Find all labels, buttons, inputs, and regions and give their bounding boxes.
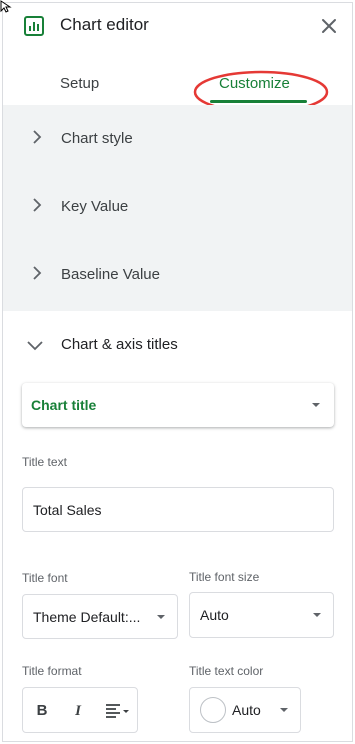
section-label: Chart style — [61, 130, 133, 147]
mouse-cursor-icon — [0, 0, 12, 13]
title-text-color-label: Title text color — [189, 664, 264, 678]
title-text-label: Title text — [22, 455, 67, 469]
section-chart-axis-titles: Chart & axis titles Chart title Title te… — [3, 311, 352, 741]
section-baseline-value[interactable]: Baseline Value — [3, 241, 352, 309]
align-left-icon[interactable] — [103, 700, 131, 722]
chevron-right-icon — [33, 198, 42, 212]
italic-button[interactable]: I — [67, 700, 89, 722]
tab-customize[interactable]: Customize — [219, 75, 290, 92]
section-label: Chart & axis titles — [61, 336, 178, 353]
bold-button[interactable]: B — [31, 700, 53, 722]
collapsed-sections: Chart style Key Value Baseline Value — [3, 105, 352, 311]
chevron-right-icon — [33, 130, 42, 144]
title-text-color-dropdown[interactable]: Auto — [189, 687, 301, 733]
title-text-field[interactable] — [22, 487, 334, 532]
title-font-size-dropdown[interactable]: Auto — [189, 592, 334, 638]
section-header-chart-axis-titles[interactable]: Chart & axis titles — [3, 311, 352, 379]
chevron-right-icon — [33, 266, 42, 280]
close-icon[interactable] — [320, 17, 338, 35]
title-font-value: Theme Default:... — [33, 609, 141, 625]
title-font-size-value: Auto — [200, 607, 229, 623]
title-format-controls: B I — [22, 687, 138, 733]
chart-editor-panel: Chart editor Setup Customize Chart style… — [2, 2, 353, 742]
editor-tabs: Setup Customize — [3, 61, 352, 105]
dropdown-arrow-icon — [312, 403, 320, 407]
section-key-value[interactable]: Key Value — [3, 173, 352, 241]
dropdown-arrow-icon — [280, 708, 288, 712]
color-swatch — [200, 697, 226, 723]
section-label: Key Value — [61, 198, 129, 215]
chart-logo-icon — [24, 16, 44, 36]
editor-title: Chart editor — [60, 15, 149, 34]
tab-setup[interactable]: Setup — [60, 75, 99, 92]
section-chart-style[interactable]: Chart style — [3, 105, 352, 173]
title-font-label: Title font — [22, 571, 68, 585]
editor-header: Chart editor — [3, 3, 352, 53]
section-label: Baseline Value — [61, 266, 160, 283]
dropdown-arrow-icon — [157, 615, 165, 619]
chevron-down-icon — [27, 341, 43, 351]
title-type-select[interactable]: Chart title — [22, 383, 334, 427]
title-text-input[interactable] — [23, 488, 333, 531]
title-type-value: Chart title — [31, 397, 97, 413]
active-tab-indicator — [210, 100, 307, 103]
title-format-label: Title format — [22, 664, 82, 678]
title-font-size-label: Title font size — [189, 570, 260, 584]
title-font-dropdown[interactable]: Theme Default:... — [22, 594, 178, 639]
title-text-color-value: Auto — [232, 702, 261, 718]
dropdown-arrow-icon — [313, 613, 321, 617]
